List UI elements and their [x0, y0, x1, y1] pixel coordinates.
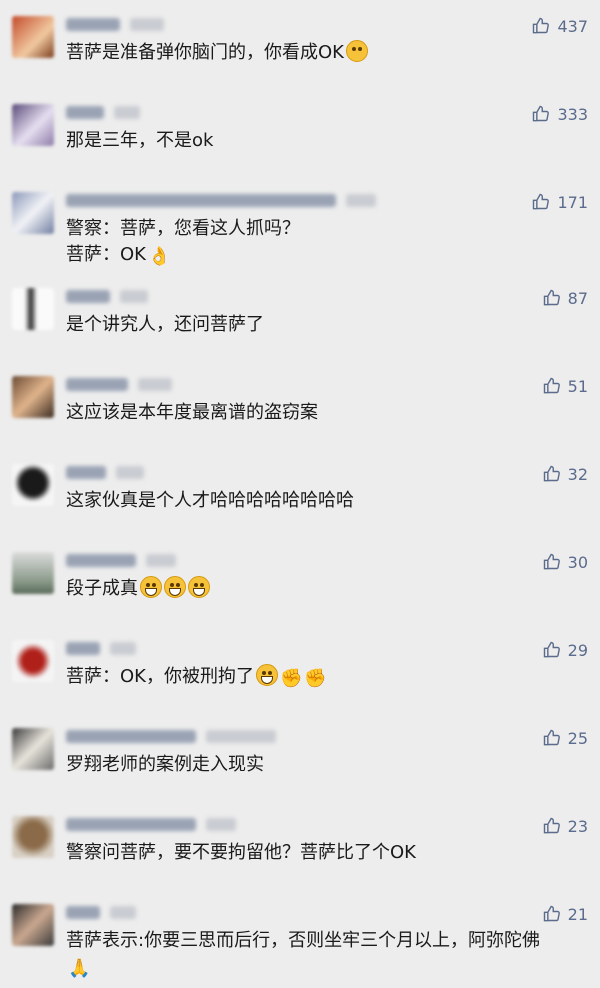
comment-item: 29 菩萨：OK，你被刑拘了 ✊ ✊ [0, 624, 600, 712]
like-button[interactable]: 29 [542, 640, 588, 660]
grin-emoji [140, 576, 162, 598]
username[interactable] [66, 642, 136, 655]
fist-emoji: ✊ [304, 668, 327, 689]
thumbs-up-icon [543, 377, 560, 394]
username[interactable] [66, 906, 136, 919]
avatar[interactable] [12, 728, 54, 770]
glasses-666-emoji [345, 40, 368, 62]
username[interactable] [66, 290, 148, 303]
like-button[interactable]: 32 [542, 464, 588, 484]
like-count: 437 [557, 16, 588, 36]
avatar[interactable] [12, 552, 54, 594]
grin-emoji [188, 576, 210, 598]
username[interactable] [66, 466, 144, 479]
thumbs-up-icon [533, 193, 550, 210]
like-count: 23 [567, 816, 588, 836]
comment-item: 51 这应该是本年度最离谱的盗窃案 [0, 360, 600, 448]
username[interactable] [66, 730, 276, 743]
thumbs-up-icon [533, 17, 550, 34]
like-count: 333 [557, 104, 588, 124]
thumbs-up-icon [543, 641, 560, 658]
like-count: 30 [567, 552, 588, 572]
comment-item: 87 是个讲究人，还问菩萨了 [0, 272, 600, 360]
like-button[interactable]: 51 [542, 376, 588, 396]
avatar[interactable] [12, 816, 54, 858]
comment-text: 是个讲究人，还问菩萨了 [66, 314, 264, 335]
comment-item: 25 罗翔老师的案例走入现实 [0, 712, 600, 800]
comment-item: 21 菩萨表示:你要三思而后行，否则坐牢三个月以上，阿弥陀佛 🙏 [0, 888, 600, 988]
thumbs-up-icon [543, 465, 560, 482]
username[interactable] [66, 194, 376, 207]
avatar[interactable] [12, 16, 54, 58]
username[interactable] [66, 818, 236, 831]
grin-emoji [164, 576, 186, 598]
avatar[interactable] [12, 376, 54, 418]
like-button[interactable]: 333 [531, 104, 588, 124]
username[interactable] [66, 106, 140, 119]
like-button[interactable]: 87 [542, 288, 588, 308]
comment-text: 菩萨：OK，你被刑拘了 ✊ ✊ [66, 664, 327, 689]
like-count: 171 [557, 192, 588, 212]
like-count: 87 [567, 288, 588, 308]
comment-text: 菩萨表示:你要三思而后行，否则坐牢三个月以上，阿弥陀佛 🙏 [66, 930, 541, 979]
grin-emoji [255, 664, 278, 686]
avatar[interactable] [12, 288, 54, 330]
comment-text: 罗翔老师的案例走入现实 [66, 754, 264, 775]
thumbs-up-icon [543, 729, 560, 746]
like-count: 25 [567, 728, 588, 748]
fist-emoji: ✊ [279, 668, 303, 689]
username[interactable] [66, 554, 176, 567]
comment-text: 这应该是本年度最离谱的盗窃案 [66, 402, 318, 423]
comment-item: 333 那是三年，不是ok [0, 88, 600, 176]
username[interactable] [66, 378, 172, 391]
comment-item: 30 段子成真 [0, 536, 600, 624]
avatar[interactable] [12, 192, 54, 234]
comment-text: 菩萨是准备弹你脑门的，你看成OK [66, 40, 591, 66]
comment-text: 那是三年，不是ok [66, 130, 214, 151]
like-button[interactable]: 30 [542, 552, 588, 572]
comment-item: 23 警察问菩萨，要不要拘留他？菩萨比了个OK [0, 800, 600, 888]
comment-item: 32 这家伙真是个人才哈哈哈哈哈哈哈哈 [0, 448, 600, 536]
like-button[interactable]: 437 [531, 16, 588, 36]
thumbs-up-icon [543, 905, 560, 922]
thumbs-up-icon [543, 553, 560, 570]
like-button[interactable]: 23 [542, 816, 588, 836]
avatar[interactable] [12, 640, 54, 682]
like-button[interactable]: 25 [542, 728, 588, 748]
comment-item: 171 警察：菩萨，您看这人抓吗？ 菩萨：OK 👌 [0, 176, 600, 272]
pray-emoji: 🙏 [68, 958, 91, 979]
like-button[interactable]: 21 [542, 904, 588, 924]
avatar[interactable] [12, 904, 54, 946]
like-count: 32 [567, 464, 588, 484]
comment-item: 437 菩萨是准备弹你脑门的，你看成OK [0, 0, 600, 88]
thumbs-up-icon [543, 289, 560, 306]
like-button[interactable]: 171 [531, 192, 588, 212]
comment-text: 段子成真 [66, 576, 591, 602]
comment-text: 警察：菩萨，您看这人抓吗？ 菩萨：OK 👌 [66, 218, 300, 267]
avatar[interactable] [12, 464, 54, 506]
comment-text: 这家伙真是个人才哈哈哈哈哈哈哈哈 [66, 490, 354, 511]
thumbs-up-icon [543, 817, 560, 834]
thumbs-up-icon [533, 105, 550, 122]
avatar[interactable] [12, 104, 54, 146]
comment-list: 437 菩萨是准备弹你脑门的，你看成OK 333 那是三年，不是ok 171 警… [0, 0, 600, 988]
like-count: 29 [567, 640, 588, 660]
username[interactable] [66, 18, 164, 31]
comment-text: 警察问菩萨，要不要拘留他？菩萨比了个OK [66, 842, 416, 863]
ok-hand-emoji: 👌 [147, 246, 171, 267]
like-count: 21 [567, 904, 588, 924]
like-count: 51 [567, 376, 588, 396]
